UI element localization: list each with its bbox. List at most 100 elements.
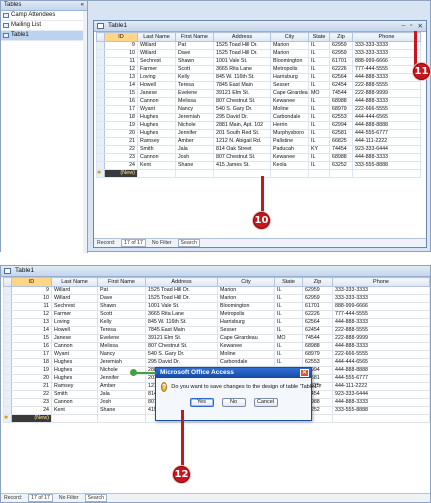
table-cell[interactable]: Kewanee bbox=[217, 342, 275, 351]
minimize-icon[interactable]: – bbox=[402, 22, 406, 30]
table-cell[interactable]: Keola bbox=[270, 161, 309, 170]
table-cell[interactable]: 63252 bbox=[329, 161, 353, 170]
column-header[interactable]: First Name bbox=[97, 277, 146, 287]
table-cell[interactable]: Moline bbox=[217, 350, 275, 359]
table-cell[interactable]: 540 S. Gary Dr. bbox=[145, 350, 218, 359]
table-cell[interactable]: 15 bbox=[104, 89, 138, 98]
table-cell[interactable]: IL bbox=[274, 326, 303, 335]
table-row[interactable]: 16 Cannon Melissa 807 Chestnut St. Kewanee IL… bbox=[3, 342, 430, 351]
table-cell[interactable]: 333-333-3333 bbox=[332, 286, 430, 295]
table-cell[interactable]: 807 Chestnut St. bbox=[213, 153, 271, 162]
table-cell[interactable]: 62994 bbox=[329, 121, 353, 130]
row-selector[interactable] bbox=[96, 153, 105, 162]
table-cell[interactable]: IL bbox=[274, 294, 303, 303]
column-header[interactable]: City bbox=[217, 277, 275, 287]
select-all-corner[interactable] bbox=[96, 32, 105, 42]
table-cell[interactable]: 7845 East Main bbox=[145, 326, 218, 335]
table-cell[interactable]: IL bbox=[274, 342, 303, 351]
table-cell[interactable]: Murphysboro bbox=[270, 129, 309, 138]
column-header[interactable]: State bbox=[274, 277, 303, 287]
table-cell[interactable]: Herrin bbox=[270, 121, 309, 130]
row-selector[interactable] bbox=[3, 342, 12, 351]
table-cell[interactable]: 12 bbox=[11, 310, 52, 319]
table-cell[interactable]: 333-333-3333 bbox=[352, 49, 421, 58]
table-cell[interactable]: Howell bbox=[137, 81, 176, 90]
table-cell[interactable]: Wyant bbox=[137, 105, 176, 114]
row-selector[interactable] bbox=[3, 382, 12, 391]
table-cell[interactable]: Evelene bbox=[97, 334, 146, 343]
table-cell[interactable]: MO bbox=[274, 334, 303, 343]
table-cell[interactable]: Marion bbox=[217, 294, 275, 303]
row-selector[interactable] bbox=[3, 294, 12, 303]
table-row[interactable]: 10 Willard Dave 1525 Toad Hill Dr. Marion IL 6… bbox=[96, 49, 421, 58]
column-header[interactable]: State bbox=[308, 32, 330, 42]
table-row[interactable]: 21RamseyAmber1212 N. Abigail Rd.Pallstin… bbox=[96, 137, 421, 146]
table-cell[interactable]: Jeremiah bbox=[175, 113, 214, 122]
table-cell[interactable]: Scott bbox=[97, 310, 146, 319]
table-cell[interactable]: 333-333-3333 bbox=[352, 41, 421, 50]
column-header[interactable]: ID bbox=[11, 277, 52, 287]
table-cell[interactable]: 24 bbox=[11, 406, 52, 415]
table-cell[interactable]: Ramsey bbox=[51, 382, 98, 391]
row-selector[interactable] bbox=[3, 366, 12, 375]
table-row[interactable]: 24KentShane415 James St.KeolaIL63252333-… bbox=[96, 161, 421, 170]
table-cell[interactable]: Sesser bbox=[217, 326, 275, 335]
table-cell[interactable]: 17 bbox=[11, 350, 52, 359]
table-row[interactable]: 14 Howell Teresa 7845 East Main Sesser IL 6245… bbox=[96, 81, 421, 90]
table-cell[interactable]: IL bbox=[308, 153, 330, 162]
table-row[interactable]: 10 Willard Dave 1525 Toad Hill Dr. Marion IL 6… bbox=[3, 294, 430, 303]
table-cell[interactable]: 1525 Toad Hill Dr. bbox=[145, 286, 218, 295]
table-cell[interactable]: Teresa bbox=[175, 81, 214, 90]
table-row[interactable]: 18 Hughes Jeremiah 295 David Dr. Carbondale I… bbox=[3, 358, 430, 367]
table-cell[interactable] bbox=[270, 169, 309, 178]
column-header[interactable]: Phone bbox=[352, 32, 421, 42]
table-cell[interactable]: 66825 bbox=[329, 137, 353, 146]
table-row[interactable]: 12 Farmer Scott 3665 Rita Lane Metropolis IL 6… bbox=[3, 310, 430, 319]
table-cell[interactable]: Moline bbox=[270, 105, 309, 114]
row-selector[interactable] bbox=[3, 286, 12, 295]
row-selector[interactable] bbox=[96, 81, 105, 90]
table-cell[interactable]: 777-444-5555 bbox=[332, 310, 430, 319]
table-cell[interactable]: Cape Girardeau bbox=[270, 89, 309, 98]
column-header[interactable]: Last Name bbox=[137, 32, 176, 42]
table-cell[interactable]: Dave bbox=[175, 49, 214, 58]
table-cell[interactable]: Sesser bbox=[270, 81, 309, 90]
table-cell[interactable]: Melissa bbox=[175, 97, 214, 106]
row-selector[interactable] bbox=[3, 318, 12, 327]
table-row[interactable]: 22SmithJala814 Oak StreetPaducahKY744549… bbox=[96, 145, 421, 154]
table-row[interactable]: 9 Willard Pat 1525 Toad Hill Dr. Marion IL 629… bbox=[96, 41, 421, 50]
column-header[interactable]: City bbox=[270, 32, 309, 42]
table-cell[interactable] bbox=[308, 169, 330, 178]
table-cell[interactable]: Ramsey bbox=[137, 137, 176, 146]
table-cell[interactable]: 23 bbox=[11, 398, 52, 407]
row-selector[interactable] bbox=[96, 105, 105, 114]
table-cell[interactable]: 222-666-5555 bbox=[352, 105, 421, 114]
table-cell[interactable]: 1525 Toad Hill Dr. bbox=[145, 294, 218, 303]
table-cell[interactable]: 62959 bbox=[329, 49, 353, 58]
table-cell[interactable]: 62226 bbox=[302, 310, 333, 319]
table-cell[interactable]: Jennifer bbox=[97, 374, 146, 383]
table-cell[interactable]: 24 bbox=[104, 161, 138, 170]
table-cell[interactable]: IL bbox=[308, 65, 330, 74]
table-cell[interactable] bbox=[137, 169, 176, 178]
table-cell[interactable]: Willard bbox=[51, 294, 98, 303]
row-selector[interactable] bbox=[3, 398, 12, 407]
table-row[interactable]: 13 Loving Kelly 845 W. 116th St. Harrisburg I… bbox=[3, 318, 430, 327]
table-cell[interactable]: 11 bbox=[11, 302, 52, 311]
nav-scrollbar[interactable] bbox=[83, 11, 87, 253]
table-cell[interactable]: 10 bbox=[104, 49, 138, 58]
table-cell[interactable]: 20 bbox=[11, 374, 52, 383]
table-cell[interactable]: 62564 bbox=[302, 318, 333, 327]
window-titlebar[interactable]: Table1 bbox=[1, 266, 430, 277]
table-cell[interactable]: IL bbox=[308, 97, 330, 106]
nav-item-table1[interactable]: Table1 bbox=[1, 31, 87, 41]
table-cell[interactable]: Pat bbox=[97, 286, 146, 295]
nav-item-camp-attendees[interactable]: Camp Attendees bbox=[1, 11, 87, 21]
table-cell[interactable]: Kent bbox=[51, 406, 98, 415]
row-selector[interactable] bbox=[3, 326, 12, 335]
row-selector[interactable] bbox=[3, 334, 12, 343]
table-cell[interactable]: 74544 bbox=[302, 334, 333, 343]
table-cell[interactable]: Jala bbox=[97, 390, 146, 399]
table-row[interactable]: 11 Sechrest Shawn 1001 Vale St. Bloomington I… bbox=[3, 302, 430, 311]
table-cell[interactable]: 39121 Elm St. bbox=[145, 334, 218, 343]
